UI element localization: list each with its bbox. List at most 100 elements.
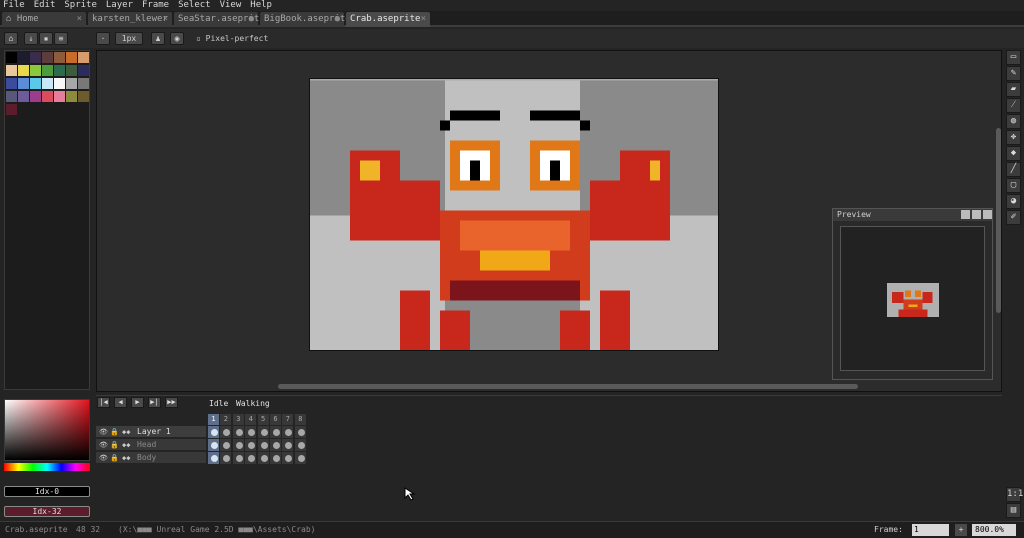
first-frame-button[interactable]: |◀ [97,397,110,408]
zoom-icon[interactable]: ◍ [1006,114,1021,129]
menu-edit[interactable]: Edit [34,0,56,11]
palette-swatch[interactable] [18,78,29,89]
palette-swatch[interactable] [42,91,53,102]
tab-bigbook[interactable]: BigBook.aseprite ● [260,12,351,27]
brush-shape-button[interactable]: · [96,32,110,45]
palette-swatch[interactable] [6,91,17,102]
save-button[interactable]: ▪ [39,32,53,45]
palette-swatch[interactable] [42,52,53,63]
rectangle-icon[interactable]: ▢ [1006,178,1021,193]
cel[interactable] [282,439,295,451]
cel[interactable] [245,439,258,451]
layer-row[interactable]: 👁 🔒 ◆◆ Layer 1 [96,426,206,438]
tag-walking[interactable]: Walking [236,398,270,409]
menu-layer[interactable]: Layer [106,0,133,11]
palette-swatch[interactable] [42,78,53,89]
palette-swatch[interactable] [66,91,77,102]
menu-frame[interactable]: Frame [142,0,169,11]
frame-header[interactable]: 7 [282,414,295,425]
horizontal-scrollbar[interactable] [278,384,858,389]
last-frame-button[interactable]: ▶▶ [165,397,178,408]
pixel-perfect-checkbox[interactable]: ▫ Pixel-perfect [196,32,268,45]
palette-swatch[interactable] [78,52,89,63]
hue-slider[interactable] [4,463,90,471]
ink-button[interactable]: ♟ [151,32,165,45]
palette-swatch[interactable] [78,78,89,89]
palette-swatch[interactable] [54,91,65,102]
cel[interactable] [270,439,282,451]
opacity-button[interactable]: ◉ [170,32,184,45]
cel[interactable] [294,439,307,451]
color-spectrum[interactable] [4,399,90,461]
cel[interactable] [294,452,307,464]
palette-swatch[interactable] [78,91,89,102]
cel[interactable] [232,426,245,438]
cel[interactable] [220,439,233,451]
link-icon[interactable]: ◆◆ [122,426,130,438]
cel[interactable] [245,452,258,464]
lock-icon[interactable]: 🔒 [110,426,119,438]
cel[interactable] [257,426,270,438]
menu-help[interactable]: Help [250,0,272,11]
tab-karsten[interactable]: karsten_klewer × [88,12,172,27]
layer-row[interactable]: 👁 🔒 ◆◆ Head [96,439,206,451]
eye-icon[interactable]: 👁 [99,426,108,438]
link-icon[interactable]: ◆◆ [122,452,130,464]
menu-sprite[interactable]: Sprite [64,0,97,11]
palette-swatch[interactable] [18,65,29,76]
blur-icon[interactable]: ◕ [1006,194,1021,209]
pencil-icon[interactable]: ✎ [1006,66,1021,81]
palette-swatch[interactable] [18,91,29,102]
marquee-icon[interactable]: ▭ [1006,50,1021,65]
palette-swatch[interactable] [66,52,77,63]
palette-swatch[interactable] [78,65,89,76]
modified-dot-icon[interactable]: ● [335,12,340,27]
cel[interactable] [245,426,258,438]
home-button[interactable]: ⌂ [4,32,18,45]
play-button[interactable]: ▶ [131,397,144,408]
cel[interactable] [257,452,270,464]
menu-button[interactable]: ≡ [54,32,68,45]
download-button[interactable]: ↓ [24,32,38,45]
palette-swatch[interactable] [42,65,53,76]
palette-swatch[interactable] [54,78,65,89]
palette-swatch[interactable] [6,78,17,89]
line-icon[interactable]: ╱ [1006,162,1021,177]
add-frame-button[interactable]: + [955,524,967,536]
cel[interactable] [208,439,220,451]
palette-swatch[interactable] [6,52,17,63]
palette-swatch[interactable] [30,91,41,102]
cel[interactable] [270,452,282,464]
cel[interactable] [232,452,245,464]
vertical-scrollbar[interactable] [996,128,1001,313]
cel[interactable] [232,439,245,451]
palette-swatch[interactable] [30,78,41,89]
eye-icon[interactable]: 👁 [99,439,108,451]
eraser-icon[interactable]: ▰ [1006,82,1021,97]
palette-swatch[interactable] [66,78,77,89]
close-icon[interactable]: × [77,12,82,27]
lock-icon[interactable]: 🔒 [110,439,119,451]
cel[interactable] [257,439,270,451]
frame-header[interactable]: 1 [208,414,220,425]
menu-select[interactable]: Select [178,0,211,11]
close-icon[interactable] [983,210,992,219]
preview-window[interactable]: Preview [832,208,993,380]
zoom-reset-button[interactable]: 1:1 [1006,487,1023,502]
eye-icon[interactable]: 👁 [99,452,108,464]
smudge-icon[interactable]: ✐ [1006,210,1021,225]
frame-input[interactable]: 1 [912,524,949,536]
play-icon[interactable] [972,210,981,219]
zoom-field[interactable]: 800.0% [972,524,1016,536]
cel[interactable] [208,452,220,464]
frame-header[interactable]: 3 [232,414,245,425]
close-icon[interactable]: × [421,12,426,27]
palette-swatch[interactable] [54,52,65,63]
fg-color-index[interactable]: Idx-0 [4,486,90,497]
eyedropper-icon[interactable]: ⁄ [1006,98,1021,113]
cel[interactable] [270,426,282,438]
cel[interactable] [282,426,295,438]
palette-swatch[interactable] [6,104,17,115]
modified-dot-icon[interactable]: ● [249,12,254,27]
palette-swatch[interactable] [30,52,41,63]
